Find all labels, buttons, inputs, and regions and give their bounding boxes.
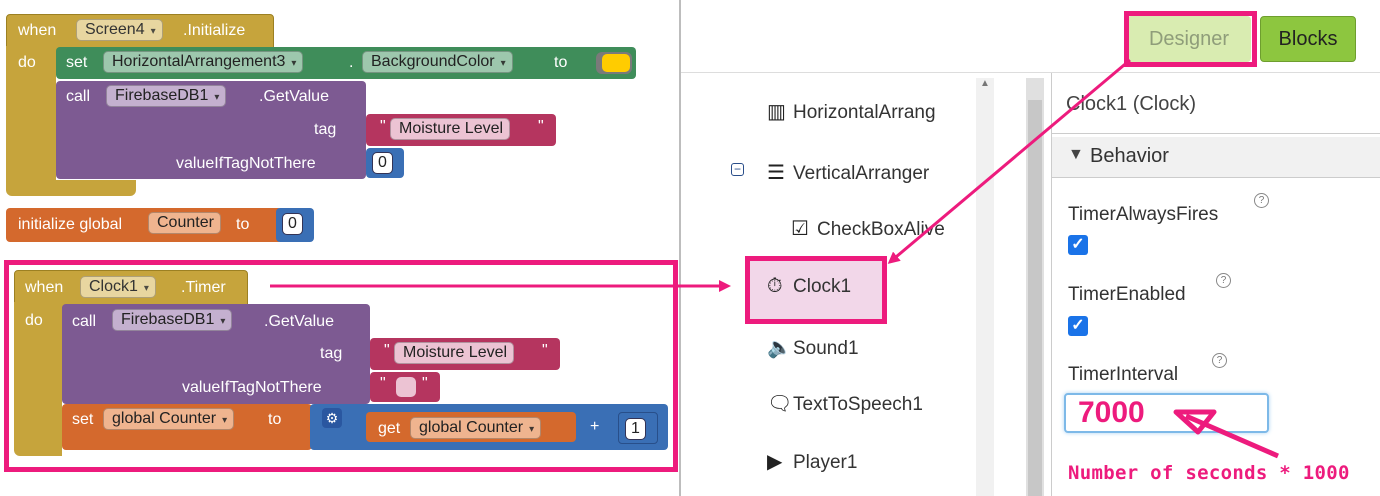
annotation-arrows <box>270 58 1279 459</box>
interval-annotation-arrow <box>1185 413 1279 459</box>
designer-to-clock-arrow <box>887 58 1131 264</box>
